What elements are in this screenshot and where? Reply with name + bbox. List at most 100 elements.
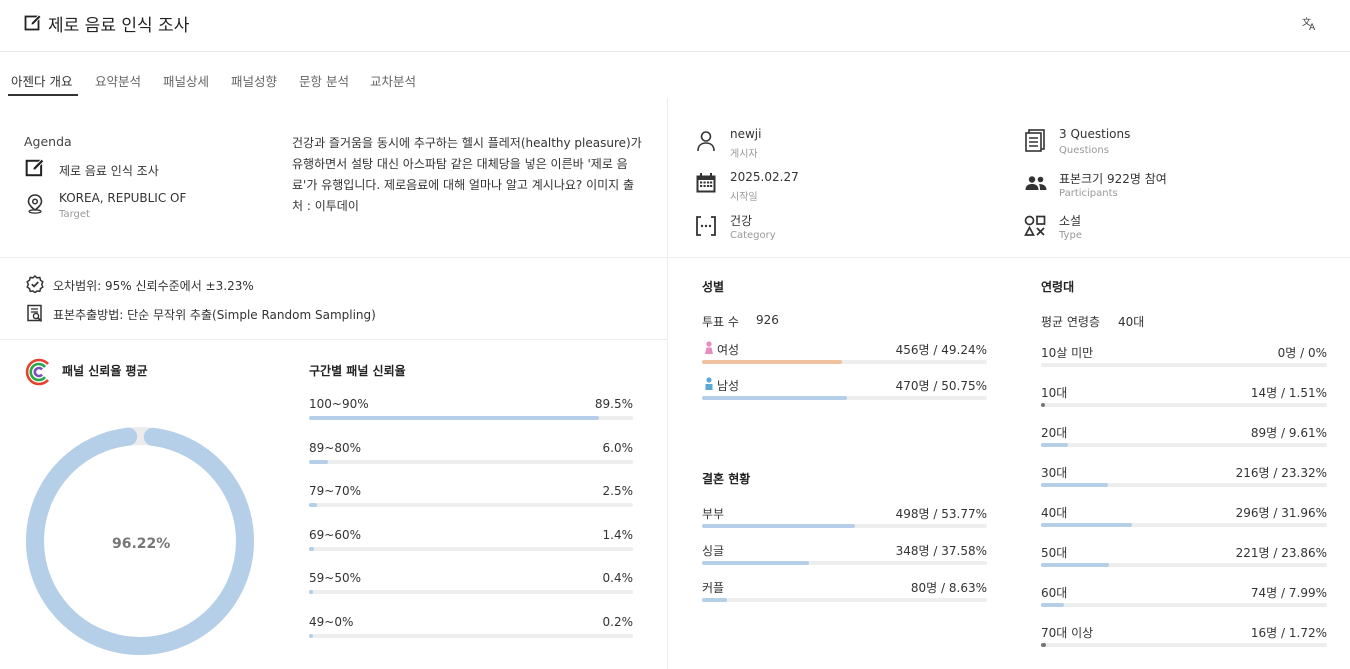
questions-document-icon: [1025, 129, 1045, 152]
marriage-value: 80명 / 8.63%: [910, 581, 987, 595]
marriage-bar-fill: [702, 524, 856, 528]
reliability-range-bar-track: [309, 416, 633, 420]
svg-text:A: A: [1309, 23, 1316, 31]
avg-age-label: 평균 연령층: [1041, 315, 1101, 329]
gender-bar-fill: [702, 360, 843, 364]
type-label: Type: [1059, 230, 1082, 241]
age-group-bar-fill: [1041, 523, 1133, 527]
age-title: 연령대: [1041, 280, 1075, 294]
marriage-bar-track: [702, 524, 987, 528]
participants-value: 표본크기 922명 참여: [1059, 172, 1167, 186]
reliability-range-bar-fill: [309, 590, 313, 594]
page-header: 제로 음료 인식 조사 文 A: [0, 0, 1350, 52]
column-divider: [667, 98, 668, 669]
reliability-range-value: 0.2%: [602, 614, 634, 629]
edit-icon: [24, 14, 42, 31]
age-group-bar-fill: [1041, 483, 1108, 487]
participants-label: Participants: [1059, 188, 1118, 199]
tab-summary-analysis[interactable]: 요약분석: [95, 71, 141, 90]
participants-icon: [1025, 176, 1047, 190]
age-group-bar-track: [1041, 643, 1327, 647]
reliability-range-bar-fill: [309, 503, 318, 507]
age-group-value: 0명 / 0%: [1277, 346, 1327, 360]
category-bracket-icon: [696, 216, 716, 236]
gender-bar-track: [702, 360, 987, 364]
start-date-label: 시작일: [730, 192, 758, 203]
gender-value: 470명 / 50.75%: [895, 379, 987, 393]
agenda-label: Agenda: [24, 134, 72, 149]
reliability-range-value: 1.4%: [602, 527, 634, 542]
vote-count-value: 926: [756, 313, 779, 327]
marriage-bar-fill: [702, 598, 727, 602]
reliability-range-bar-fill: [309, 546, 314, 551]
age-group-bar-track: [1041, 403, 1327, 407]
verified-badge-icon: [26, 275, 44, 293]
gender-bar-track: [702, 396, 987, 400]
age-group-bar-fill: [1041, 603, 1064, 607]
marriage-value: 348명 / 37.58%: [895, 544, 987, 558]
reliability-average-value: 96.22%: [112, 536, 171, 552]
section-divider: [0, 257, 1350, 258]
reliability-range-bar-fill: [309, 459, 329, 464]
age-group-bar-track: [1041, 443, 1327, 447]
section-divider: [0, 339, 667, 340]
translate-icon[interactable]: 文 A: [1302, 15, 1318, 31]
marriage-bar-track: [702, 561, 987, 565]
tab-panel-tendency[interactable]: 패널성향: [231, 71, 277, 90]
reliability-range-bar-track: [309, 546, 633, 551]
vote-count-label: 투표 수: [702, 315, 739, 329]
gender-value: 456명 / 49.24%: [895, 343, 987, 357]
poster-label: 게시자: [730, 149, 758, 160]
reliability-range-bar-track: [309, 459, 633, 464]
marriage-bar-track: [702, 598, 987, 602]
poster-value: newji: [730, 127, 762, 141]
age-group-bar-track: [1041, 483, 1327, 487]
category-label: Category: [730, 230, 776, 241]
questions-value: 3 Questions: [1059, 127, 1131, 141]
tab-agenda-overview[interactable]: 아젠다 개요: [11, 71, 72, 90]
sampling-document-icon: [27, 304, 43, 322]
age-group-bar-track: [1041, 363, 1327, 367]
page-title: 제로 음료 인식 조사: [48, 16, 190, 36]
reliability-range-value: 2.5%: [602, 484, 634, 498]
reliability-range-value: 89.5%: [594, 397, 633, 411]
avg-age-value: 40대: [1118, 315, 1145, 329]
active-tab-indicator: [8, 94, 78, 96]
reliability-range-bar-fill: [309, 633, 313, 638]
female-icon: [705, 341, 713, 354]
category-value: 건강: [730, 214, 753, 228]
age-group-value: 14명 / 1.51%: [1250, 386, 1327, 400]
tab-cross-analysis[interactable]: 교차분석: [370, 71, 416, 90]
user-icon: [697, 131, 715, 152]
type-value: 소설: [1059, 214, 1082, 228]
agenda-name: 제로 음료 인식 조사: [59, 164, 159, 178]
error-range-text: 오차범위: 95% 신뢰수준에서 ±3.23%: [53, 279, 254, 293]
type-shapes-icon: [1024, 215, 1046, 236]
age-group-bar-fill: [1041, 563, 1110, 567]
reliability-ranges-title: 구간별 패널 신뢰율: [309, 364, 406, 378]
tab-question-analysis[interactable]: 문항 분석: [299, 71, 349, 90]
reliability-range-bar-track: [309, 503, 633, 507]
age-group-value: 89명 / 9.61%: [1250, 426, 1327, 440]
age-group-value: 216명 / 23.32%: [1235, 466, 1327, 480]
marriage-value: 498명 / 53.77%: [895, 507, 987, 521]
target-label: Target: [59, 209, 90, 220]
tab-panel-detail[interactable]: 패널상세: [163, 71, 209, 90]
questions-label: Questions: [1059, 145, 1109, 156]
gender-bar-fill: [702, 396, 847, 400]
reliability-range-bar-track: [309, 633, 633, 638]
age-group-value: 296명 / 31.96%: [1235, 506, 1327, 520]
edit-icon: [25, 158, 45, 177]
reliability-range-bar-fill: [309, 416, 599, 420]
agenda-description: 건강과 즐거움을 동시에 추구하는 헬시 플레저(healthy pleasur…: [292, 136, 642, 213]
male-icon: [705, 377, 713, 390]
age-group-bar-fill: [1041, 443, 1069, 447]
reliability-title: 패널 신뢰율 평균: [62, 364, 148, 378]
reliability-range-bar-track: [309, 590, 633, 594]
age-group-bar-track: [1041, 563, 1327, 567]
panel-logo-icon: [25, 358, 49, 386]
age-group-bar-fill: [1041, 403, 1046, 407]
gender-title: 성별: [702, 280, 725, 294]
age-group-bar-track: [1041, 603, 1327, 607]
target-value: KOREA, REPUBLIC OF: [59, 191, 187, 205]
